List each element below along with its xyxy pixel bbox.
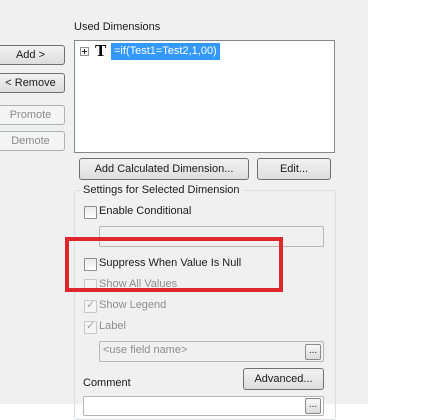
show-legend-label: Show Legend [99,299,167,311]
comment-field[interactable] [83,396,324,416]
enable-conditional-checkbox[interactable] [84,206,97,219]
highlight-box [65,237,283,292]
comment-expression-button[interactable]: ... [305,398,321,414]
add-calculated-dimension-button[interactable]: Add Calculated Dimension... [79,158,249,180]
show-legend-checkbox[interactable]: ✓ [84,299,97,313]
checkmark-icon: ✓ [86,299,96,311]
expand-icon[interactable] [80,47,89,56]
label-field[interactable]: <use field name> [99,341,324,362]
label-expression-button[interactable]: ... [305,344,321,360]
used-dimensions-list[interactable]: T =if(Test1=Test2,1,00) [74,40,335,153]
checkmark-icon: ✓ [86,320,96,332]
text-type-icon: T [95,41,107,60]
label-placeholder: <use field name> [103,344,188,356]
edit-button[interactable]: Edit... [257,158,331,180]
chart-properties-dimensions-dialog: Used Dimensions T =if(Test1=Test2,1,00) … [0,0,368,420]
dimension-expression[interactable]: =if(Test1=Test2,1,00) [111,43,220,60]
settings-legend: Settings for Selected Dimension [80,184,243,196]
promote-button[interactable]: Promote [0,105,65,125]
enable-conditional-label: Enable Conditional [99,205,192,217]
advanced-button[interactable]: Advanced... [243,368,324,390]
label-checkbox[interactable]: ✓ [84,320,97,334]
remove-button[interactable]: < Remove [0,73,65,93]
demote-button[interactable]: Demote [0,131,65,151]
comment-label: Comment [83,377,131,389]
add-button[interactable]: Add > [0,45,65,65]
used-dimensions-label: Used Dimensions [74,21,161,33]
label-checkbox-label: Label [99,320,126,332]
